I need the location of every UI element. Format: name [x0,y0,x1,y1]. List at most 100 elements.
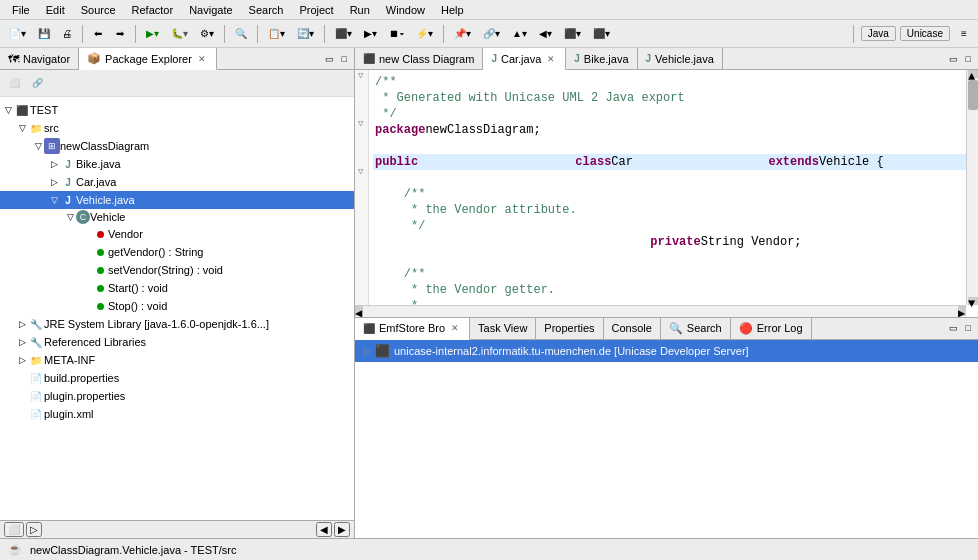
toolbar-btn-more9[interactable]: ▲▾ [507,23,532,45]
tab-car-close[interactable]: ✕ [545,54,557,64]
tab-console[interactable]: Console [604,318,661,339]
tree-item-src[interactable]: ▽ 📁 src [0,119,354,137]
tree-item-plugin-xml[interactable]: 📄 plugin.xml [0,405,354,423]
tree-link-editor[interactable]: 🔗 [27,72,48,94]
tree-item-car[interactable]: ▷ J Car.java [0,173,354,191]
tab-search[interactable]: 🔍 Search [661,318,731,339]
code-editor[interactable]: ▽ ▽ ▽ /** * Generated with Unicase UML 2… [355,70,978,317]
toolbar-btn-search[interactable]: 🔍 [230,23,252,45]
editor-scrollbar-up[interactable]: ▲ [968,70,978,78]
toolbar-btn-more11[interactable]: ⬛▾ [559,23,586,45]
expand-src[interactable]: ▽ [16,123,28,133]
expand-jre[interactable]: ▷ [16,319,28,329]
editor-v-scrollbar[interactable]: ▲ ▼ [966,70,978,305]
panel-footer-btn-right[interactable]: ▷ [26,522,42,537]
menu-run[interactable]: Run [342,3,378,17]
tree-item-vehicle-class[interactable]: ▽ C Vehicle [0,209,354,225]
expand-server[interactable]: ▷ [361,346,373,356]
tree-collapse-all[interactable]: ⬜ [4,72,25,94]
toolbar-btn-more5[interactable]: ⏹▾ [384,23,409,45]
toolbar-btn-more1[interactable]: 📋▾ [263,23,290,45]
tree-item-start[interactable]: Start() : void [0,279,354,297]
tab-package-explorer-close[interactable]: ✕ [196,54,208,64]
toolbar-btn-run[interactable]: ▶▾ [141,23,164,45]
toolbar-btn-more6[interactable]: ⚡▾ [411,23,438,45]
tree-item-bike[interactable]: ▷ J Bike.java [0,155,354,173]
expand-car[interactable]: ▷ [48,177,60,187]
tab-emfstore-close[interactable]: ✕ [449,323,461,333]
editor-maximize[interactable]: □ [963,53,974,65]
tree-item-jre[interactable]: ▷ 🔧 JRE System Library [java-1.6.0-openj… [0,315,354,333]
tree-item-meta-inf[interactable]: ▷ 📁 META-INF [0,351,354,369]
menu-navigate[interactable]: Navigate [181,3,240,17]
editor-scrollbar-left[interactable]: ◀ [355,306,363,316]
fold-3[interactable]: ▽ [358,166,363,177]
toolbar-btn-more3[interactable]: ⬛▾ [330,23,357,45]
menu-project[interactable]: Project [291,3,341,17]
toolbar-btn-more4[interactable]: ▶▾ [359,23,382,45]
tab-package-explorer[interactable]: 📦 Package Explorer ✕ [79,48,217,70]
menu-refactor[interactable]: Refactor [124,3,182,17]
toolbar-btn-more7[interactable]: 📌▾ [449,23,476,45]
expand-vehicle-java[interactable]: ▽ [48,195,60,205]
tab-car-java[interactable]: J Car.java ✕ [483,48,566,70]
tree-item-vehicle-java[interactable]: ▽ J Vehicle.java [0,191,354,209]
panel-footer-scroll-left[interactable]: ◀ [316,522,332,537]
toolbar-btn-debug[interactable]: 🐛▾ [166,23,193,45]
toolbar-btn-ext[interactable]: ⚙▾ [195,23,219,45]
toolbar-btn-next[interactable]: ➡ [110,23,130,45]
expand-ref-libs[interactable]: ▷ [16,337,28,347]
tab-emfstore[interactable]: ⬛ EmfStore Bro ✕ [355,318,470,340]
fold-2[interactable]: ▽ [358,118,363,129]
toolbar-btn-prev[interactable]: ⬅ [88,23,108,45]
expand-meta-inf[interactable]: ▷ [16,355,28,365]
menu-search[interactable]: Search [241,3,292,17]
tab-properties[interactable]: Properties [536,318,603,339]
tab-error-log[interactable]: 🔴 Error Log [731,318,812,339]
tree-item-get-vendor[interactable]: getVendor() : String [0,243,354,261]
fold-1[interactable]: ▽ [358,70,363,81]
toolbar-btn-save[interactable]: 💾 [33,23,55,45]
toolbar-btn-more2[interactable]: 🔄▾ [292,23,319,45]
menu-source[interactable]: Source [73,3,124,17]
toolbar-btn-print[interactable]: 🖨 [57,23,77,45]
panel-footer-scroll-right[interactable]: ▶ [334,522,350,537]
panel-footer-btn-left[interactable]: ⬜ [4,522,24,537]
expand-bike[interactable]: ▷ [48,159,60,169]
toolbar-btn-more10[interactable]: ◀▾ [534,23,557,45]
menu-edit[interactable]: Edit [38,3,73,17]
menu-window[interactable]: Window [378,3,433,17]
expand-test[interactable]: ▽ [2,105,14,115]
editor-scrollbar-right[interactable]: ▶ [958,306,966,316]
tab-bike-java[interactable]: J Bike.java [566,48,637,69]
tree-item-plugin-props[interactable]: 📄 plugin.properties [0,387,354,405]
bottom-panel-maximize[interactable]: □ [963,322,974,334]
menu-file[interactable]: File [4,3,38,17]
toolbar-btn-more12[interactable]: ⬛▾ [588,23,615,45]
tab-navigator[interactable]: 🗺 Navigator [0,48,79,69]
tree-panel[interactable]: ▽ ⬛ TEST ▽ 📁 src ▽ ⊞ newClassDiagram ▷ J… [0,97,354,520]
left-panel-maximize[interactable]: □ [339,53,350,65]
tree-item-set-vendor[interactable]: setVendor(String) : void [0,261,354,279]
toolbar-btn-more8[interactable]: 🔗▾ [478,23,505,45]
editor-scrollbar-thumb[interactable] [968,80,978,110]
expand-package[interactable]: ▽ [32,141,44,151]
bottom-tree-server[interactable]: ▷ ⬛ unicase-internal2.informatik.tu-muen… [355,340,978,362]
editor-minimize[interactable]: ▭ [946,53,961,65]
tab-vehicle-java[interactable]: J Vehicle.java [638,48,723,69]
tree-item-stop[interactable]: Stop() : void [0,297,354,315]
tab-new-class-diagram[interactable]: ⬛ new Class Diagram [355,48,483,69]
tree-item-ref-libs[interactable]: ▷ 🔧 Referenced Libraries [0,333,354,351]
tree-item-test[interactable]: ▽ ⬛ TEST [0,101,354,119]
bottom-panel-minimize[interactable]: ▭ [946,322,961,334]
menu-help[interactable]: Help [433,3,472,17]
editor-scrollbar-down[interactable]: ▼ [968,297,978,305]
tree-item-package[interactable]: ▽ ⊞ newClassDiagram [0,137,354,155]
tab-task-view[interactable]: Task View [470,318,536,339]
toolbar-btn-new[interactable]: 📄▾ [4,23,31,45]
expand-vehicle-class[interactable]: ▽ [64,212,76,222]
tree-item-build-props[interactable]: 📄 build.properties [0,369,354,387]
tree-item-vendor-field[interactable]: Vendor [0,225,354,243]
editor-h-scrollbar[interactable]: ◀ ▶ [355,305,966,317]
toolbar-btn-perspective[interactable]: ≡ [954,23,974,45]
